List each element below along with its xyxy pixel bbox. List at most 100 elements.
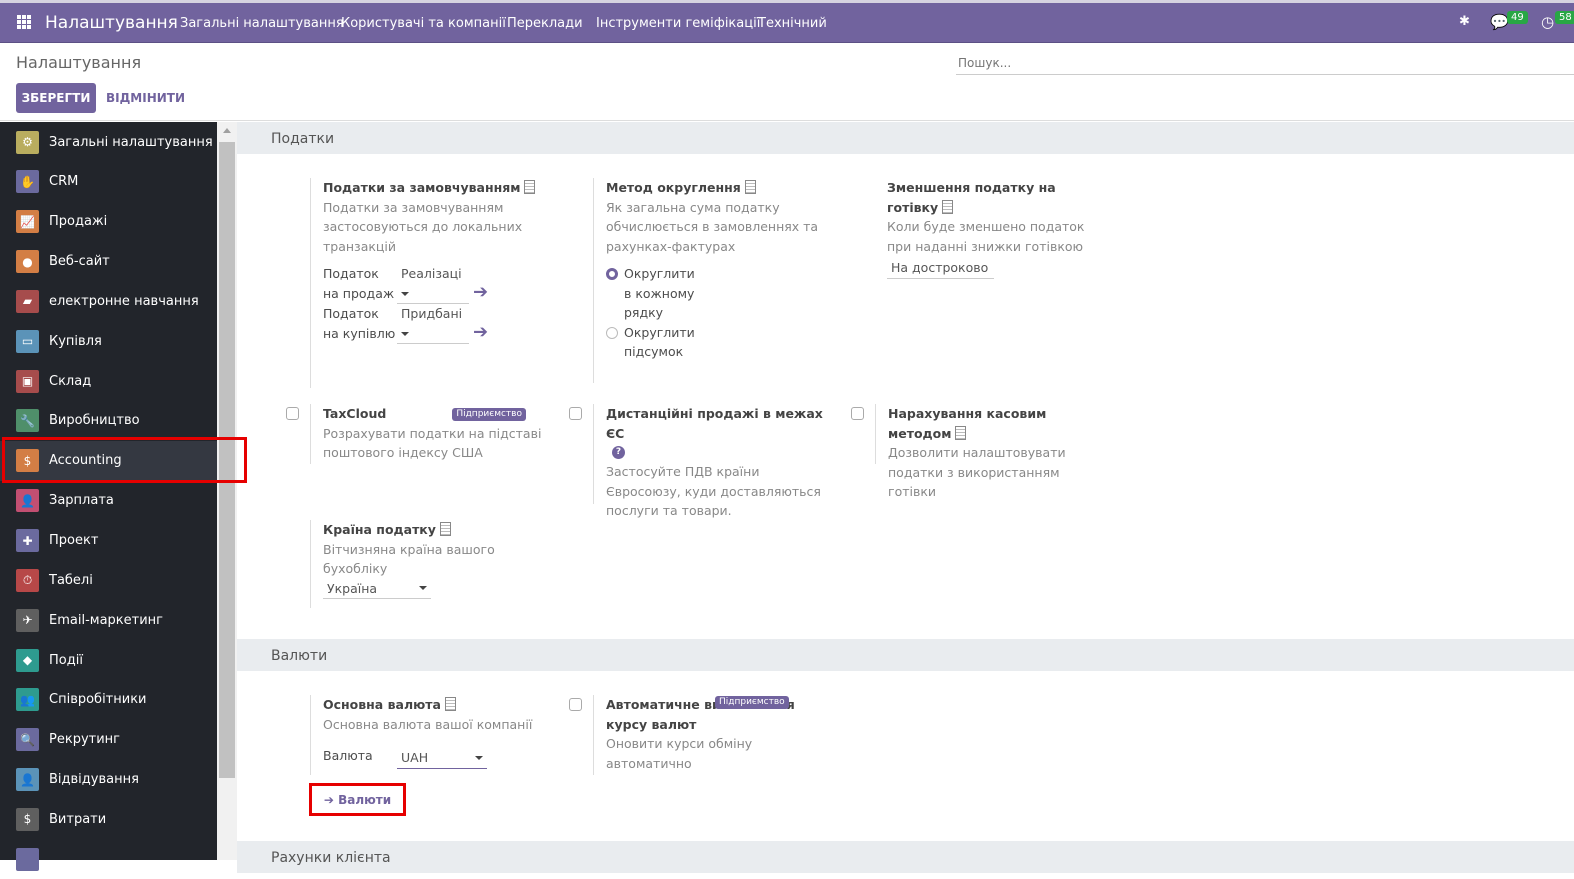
sidebar-item-label: Виробництво xyxy=(49,413,140,429)
sidebar-item-label: Рекрутинг xyxy=(49,732,120,748)
search-input[interactable] xyxy=(956,51,1574,75)
elearning-icon: ▰ xyxy=(16,289,39,313)
setting-taxcloud: TaxCloud Підприємство Розрахувати податки… xyxy=(310,404,550,464)
setting-label: Зменшення податку на готівку xyxy=(887,180,1056,215)
apps-grid-icon[interactable] xyxy=(17,15,31,29)
sidebar-item[interactable]: 👤 Відвідування xyxy=(0,760,217,800)
attendance-icon: 👤 xyxy=(16,768,39,792)
box-icon: ▣ xyxy=(16,369,39,393)
caret-down-icon xyxy=(419,586,427,591)
setting-main-currency: Основна валюта Основна валюта вашої комп… xyxy=(310,695,550,775)
sidebar-item-label: електронне навчання xyxy=(49,293,199,309)
setting-cash-discount: Зменшення податку на готівку Коли буде з… xyxy=(875,178,1105,279)
sidebar-item-label: Табелі xyxy=(49,572,93,588)
highlight-box-accounting xyxy=(2,437,247,483)
gear-icon: ⚙ xyxy=(16,130,39,154)
expenses-icon: $ xyxy=(16,807,39,831)
radio-round-per-line[interactable] xyxy=(606,268,618,280)
sidebar-item[interactable] xyxy=(0,839,217,879)
enterprise-badge: Підприємство xyxy=(452,408,526,421)
setting-fiscal-country: Країна податку Вітчизняна країна вашого … xyxy=(310,520,510,608)
sidebar-item[interactable]: ● Веб-сайт xyxy=(0,242,217,282)
bug-icon[interactable]: ✱ xyxy=(1459,14,1470,29)
setting-desc: Дозволити налаштовувати податки з викори… xyxy=(888,445,1066,499)
radio-round-globally[interactable] xyxy=(606,326,618,339)
menu-technical[interactable]: Технічний xyxy=(758,16,827,31)
sidebar-item[interactable]: ✋ CRM xyxy=(0,162,217,202)
cash-discount-select[interactable]: На достроково xyxy=(887,258,994,279)
help-icon[interactable]: ? xyxy=(612,446,625,459)
setting-desc: Як загальна сума податку обчислюється в … xyxy=(606,199,819,254)
sales-tax-value: Реалізаці xyxy=(401,266,462,281)
purchase-tax-label: Податок на купівлю xyxy=(323,306,396,341)
setting-label: Основна валюта xyxy=(323,697,441,712)
sidebar-item[interactable]: $ Витрати xyxy=(0,799,217,839)
cash-basis-checkbox[interactable] xyxy=(851,407,864,420)
sidebar-item[interactable]: 🔍 Рекрутинг xyxy=(0,720,217,760)
stopwatch-icon: ⏱ xyxy=(16,568,39,592)
caret-down-icon xyxy=(401,331,409,336)
section-header-customer-invoices: Рахунки клієнта xyxy=(237,841,1574,873)
currencies-link-button[interactable]: ➔ Валюти xyxy=(309,783,406,816)
scroll-up-icon[interactable] xyxy=(223,128,231,133)
arrow-right-icon[interactable]: ➔ xyxy=(473,282,488,303)
sidebar-item[interactable]: 👤 Зарплата xyxy=(0,481,217,521)
clock-icon[interactable]: ◷ xyxy=(1541,13,1554,31)
setting-label: Країна податку xyxy=(323,522,436,537)
setting-desc: Застосуйте ПДВ країни Євросоюзу, куди до… xyxy=(606,464,821,518)
sidebar-item[interactable]: ✚ Проект xyxy=(0,521,217,561)
sidebar-item-label: Веб-сайт xyxy=(49,254,110,270)
menu-general-settings[interactable]: Загальні налаштування xyxy=(180,16,344,31)
sidebar-item-label: Email-маркетинг xyxy=(49,612,163,628)
handshake-icon: ✋ xyxy=(16,170,39,194)
globe-icon: ● xyxy=(16,250,39,274)
taxcloud-checkbox[interactable] xyxy=(286,407,299,420)
sidebar-item[interactable]: ◆ Події xyxy=(0,640,217,680)
sidebar-item-label: Витрати xyxy=(49,811,107,827)
setting-label: Метод округлення xyxy=(606,180,741,195)
arrow-right-icon[interactable]: ➔ xyxy=(473,322,488,343)
sidebar-item[interactable]: ▣ Склад xyxy=(0,361,217,401)
paper-plane-icon: ✈ xyxy=(16,608,39,632)
chat-icon[interactable]: 💬 xyxy=(1490,13,1509,31)
setting-eu-distance: Дистанційні продажі в межах ЄС ? Застосу… xyxy=(593,404,823,518)
purchase-tax-select[interactable]: Придбані xyxy=(397,304,469,344)
wrench-icon: 🔧 xyxy=(16,409,39,433)
eu-distance-checkbox[interactable] xyxy=(569,407,582,420)
currency-field-label: Валюта xyxy=(323,748,373,763)
save-button[interactable]: ЗБЕРЕГТИ xyxy=(16,83,96,113)
sidebar-item[interactable]: ▰ електронне навчання xyxy=(0,281,217,321)
activities-badge: 58 xyxy=(1555,11,1574,24)
sidebar-item[interactable]: ▭ Купівля xyxy=(0,321,217,361)
menu-translations[interactable]: Переклади xyxy=(507,16,583,31)
currency-select[interactable]: UAH xyxy=(397,748,487,769)
setting-desc: Оновити курси обміну автоматично xyxy=(606,736,753,771)
menu-users-companies[interactable]: Користувачі та компанії xyxy=(341,16,506,31)
menu-gamification[interactable]: Інструменти геміфікації xyxy=(596,16,760,31)
caret-down-icon xyxy=(401,291,409,296)
messages-badge: 49 xyxy=(1507,11,1528,24)
fiscal-country-select[interactable]: Україна xyxy=(323,579,431,599)
cancel-button[interactable]: ВІДМІНИТИ xyxy=(106,91,185,105)
sidebar-item-label: Загальні налаштування xyxy=(49,134,213,150)
arrow-right-icon: ➔ xyxy=(323,792,339,807)
currencies-link-label: Валюти xyxy=(338,792,392,807)
scrollbar[interactable] xyxy=(217,122,237,860)
setting-default-taxes: Податки за замовчуванням Податки за замо… xyxy=(310,178,550,388)
chart-icon: 📈 xyxy=(16,210,39,234)
sidebar-item-label: Події xyxy=(49,652,83,668)
setting-desc: Розрахувати податки на підставі поштовог… xyxy=(323,425,542,461)
auto-rates-checkbox[interactable] xyxy=(569,698,582,711)
setting-desc: Коли буде зменшено податок при наданні з… xyxy=(887,219,1085,254)
app-title[interactable]: Налаштування xyxy=(45,13,178,33)
sidebar-item[interactable]: 👥 Співробітники xyxy=(0,680,217,720)
sidebar-item[interactable]: 📈 Продажі xyxy=(0,202,217,242)
sidebar-item[interactable]: 🔧 Виробництво xyxy=(0,401,217,441)
sales-tax-select[interactable]: Реалізаці xyxy=(397,264,469,304)
sidebar-item[interactable]: ⚙ Загальні налаштування xyxy=(0,122,217,162)
sidebar-item[interactable]: ✈ Email-маркетинг xyxy=(0,600,217,640)
sidebar-item[interactable]: ⏱ Табелі xyxy=(0,560,217,600)
setting-desc: Основна валюта вашої компанії xyxy=(323,716,533,732)
sidebar-item-label: Склад xyxy=(49,373,92,389)
payroll-icon: 👤 xyxy=(16,489,39,513)
